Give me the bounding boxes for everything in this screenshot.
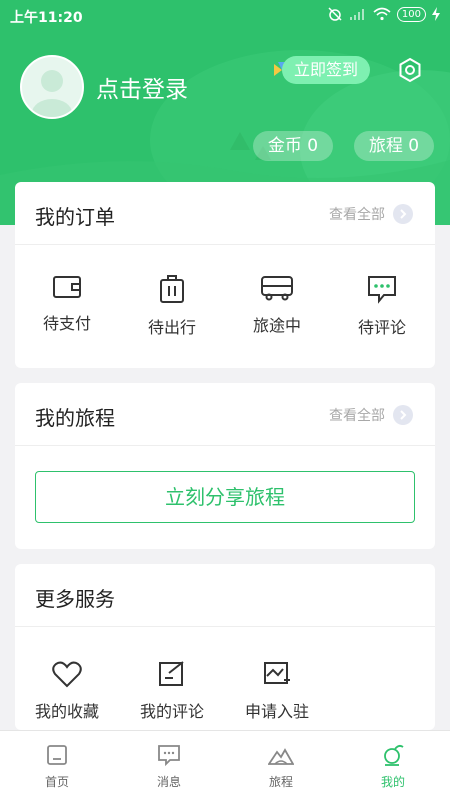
default-avatar-icon bbox=[32, 70, 72, 117]
home-icon bbox=[47, 745, 67, 765]
tab-trips[interactable]: 旅程 bbox=[241, 743, 321, 790]
order-pending-travel[interactable]: 待出行 bbox=[122, 274, 222, 338]
tab-home[interactable]: 首页 bbox=[17, 743, 97, 790]
checkin-button[interactable]: 立即签到 bbox=[282, 56, 371, 84]
login-button[interactable]: 点击登录 bbox=[96, 70, 188, 104]
message-icon bbox=[158, 745, 180, 767]
chevron-right-icon bbox=[393, 204, 413, 224]
order-pending-travel-label: 待出行 bbox=[147, 318, 196, 337]
tab-profile-label: 我的 bbox=[380, 775, 405, 789]
orders-card: 我的订单 查看全部 待支付 待出行 旅途中 待评论 bbox=[15, 182, 435, 368]
services-card-header: 更多服务 bbox=[15, 564, 435, 627]
heart-icon bbox=[52, 661, 82, 688]
bus-icon bbox=[261, 276, 293, 301]
share-trip-button[interactable]: 立刻分享旅程 bbox=[35, 471, 415, 523]
apply-icon bbox=[264, 662, 290, 684]
service-apply-label: 申请入驻 bbox=[244, 702, 309, 721]
service-reviews-label: 我的评论 bbox=[139, 702, 204, 721]
order-pending-payment-label: 待支付 bbox=[42, 314, 91, 333]
tab-home-label: 首页 bbox=[44, 775, 69, 789]
tab-messages[interactable]: 消息 bbox=[129, 743, 209, 790]
coins-value: 0 bbox=[307, 136, 319, 156]
status-icons: 100 bbox=[327, 6, 440, 22]
trips-title: 我的旅程 bbox=[35, 406, 115, 430]
orders-title: 我的订单 bbox=[35, 205, 115, 229]
bottom-tab-bar: 首页 消息 旅程 我的 bbox=[0, 730, 450, 801]
luggage-icon bbox=[160, 275, 184, 303]
trips-view-all-label: 查看全部 bbox=[329, 408, 385, 424]
order-pending-review[interactable]: 待评论 bbox=[332, 274, 432, 338]
services-row: 我的收藏 我的评论 申请入驻 bbox=[15, 660, 435, 730]
trips-card: 我的旅程 查看全部 立刻分享旅程 bbox=[15, 383, 435, 549]
profile-icon bbox=[384, 744, 404, 766]
alarm-off-icon bbox=[328, 7, 342, 21]
mountain-icon bbox=[268, 748, 294, 765]
trips-label: 旅程 bbox=[368, 136, 403, 156]
orders-view-all[interactable]: 查看全部 bbox=[329, 204, 413, 224]
orders-view-all-label: 查看全部 bbox=[329, 207, 385, 223]
status-bar: 上午11:20 100 bbox=[0, 0, 450, 30]
coins-label: 金币 bbox=[267, 136, 302, 156]
order-status-row: 待支付 待出行 旅途中 待评论 bbox=[15, 274, 435, 344]
order-in-transit[interactable]: 旅途中 bbox=[227, 274, 327, 336]
order-pending-payment[interactable]: 待支付 bbox=[17, 274, 117, 334]
wifi-icon bbox=[373, 7, 391, 21]
tab-trips-label: 旅程 bbox=[268, 775, 293, 789]
services-card: 更多服务 我的收藏 我的评论 申请入驻 bbox=[15, 564, 435, 730]
service-favorites-label: 我的收藏 bbox=[34, 702, 99, 721]
charging-icon bbox=[432, 7, 440, 21]
settings-icon[interactable] bbox=[396, 56, 424, 84]
trips-card-header: 我的旅程 查看全部 bbox=[15, 383, 435, 446]
orders-card-header: 我的订单 查看全部 bbox=[15, 182, 435, 245]
avatar[interactable] bbox=[20, 55, 84, 119]
edit-icon bbox=[159, 661, 184, 686]
battery-indicator: 100 bbox=[396, 6, 426, 22]
comment-icon bbox=[368, 276, 396, 304]
trips-view-all[interactable]: 查看全部 bbox=[329, 405, 413, 425]
service-apply[interactable]: 申请入驻 bbox=[227, 660, 327, 722]
signal-icon bbox=[349, 9, 364, 20]
coins-pill[interactable]: 金币 0 bbox=[253, 131, 333, 161]
order-pending-review-label: 待评论 bbox=[357, 318, 406, 337]
trips-value: 0 bbox=[408, 136, 420, 156]
tab-messages-label: 消息 bbox=[156, 775, 181, 789]
service-favorites[interactable]: 我的收藏 bbox=[17, 660, 117, 722]
service-reviews[interactable]: 我的评论 bbox=[122, 660, 222, 722]
wallet-icon bbox=[53, 276, 81, 298]
trips-pill[interactable]: 旅程 0 bbox=[354, 131, 434, 161]
tab-profile[interactable]: 我的 bbox=[353, 743, 433, 790]
services-title: 更多服务 bbox=[35, 587, 115, 611]
order-in-transit-label: 旅途中 bbox=[252, 316, 301, 335]
chevron-right-icon bbox=[393, 405, 413, 425]
status-time: 上午11:20 bbox=[10, 10, 83, 26]
